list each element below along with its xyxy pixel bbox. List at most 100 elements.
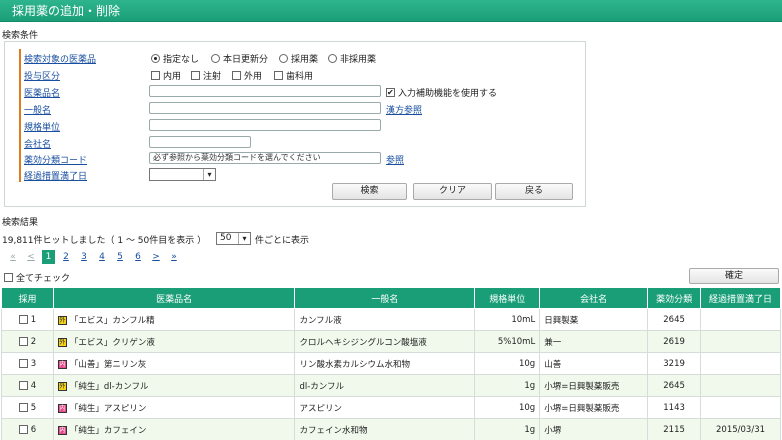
field-label-company[interactable]: 会社名 — [24, 137, 51, 150]
pager-last[interactable]: » — [165, 252, 183, 262]
checkbox-icon[interactable] — [18, 425, 28, 434]
pager-prev[interactable]: < — [22, 252, 40, 262]
assist-checkbox[interactable]: 入力補助機能を使用する — [386, 86, 497, 99]
spec-cell: 10mL — [474, 308, 541, 331]
spec-cell: 1g — [474, 418, 541, 440]
drug-name-cell: 内「純生」アスピリン — [52, 396, 296, 419]
pager-page-2[interactable]: 2 — [57, 252, 75, 262]
spec-cell: 10g — [474, 352, 541, 375]
efficacy-cell: 2619 — [647, 330, 702, 353]
radio-none[interactable]: 指定なし — [151, 52, 199, 65]
company-cell: 山善 — [539, 352, 649, 375]
radio-today[interactable]: 本日更新分 — [211, 52, 268, 65]
back-button[interactable]: 戻る — [495, 183, 573, 200]
pager-page-6[interactable]: 6 — [129, 252, 147, 262]
checkbox-icon[interactable] — [151, 71, 160, 80]
radio-adopted[interactable]: 採用薬 — [279, 52, 318, 65]
checkbox-icon[interactable] — [18, 403, 28, 412]
adopt-cell: 6 — [1, 418, 54, 440]
confirm-button[interactable]: 確定 — [689, 268, 779, 284]
company-input[interactable] — [149, 136, 251, 148]
row-number: 5 — [30, 402, 37, 413]
company-cell: 小堺=日興製薬販売 — [539, 396, 649, 419]
drug-name-cell: 内「山善」第ニリン灰 — [52, 352, 296, 375]
field-label-efficacy[interactable]: 薬効分類コード — [24, 153, 87, 166]
pager-next[interactable]: > — [147, 252, 165, 262]
field-label-generic[interactable]: 一般名 — [24, 103, 51, 116]
generic-cell: リン酸水素カルシウム水和物 — [294, 352, 476, 375]
pager-page-5[interactable]: 5 — [111, 252, 129, 262]
table-row[interactable]: 4 外「純生」dl-カンフル dl-カンフル 1g 小堺=日興製薬販売 2645 — [1, 374, 781, 397]
spec-input[interactable] — [149, 119, 381, 131]
radio-icon[interactable] — [328, 54, 337, 63]
checkbox-icon[interactable] — [18, 381, 28, 390]
transition-cell — [700, 352, 781, 375]
clear-button[interactable]: クリア — [413, 183, 492, 200]
efficacy-reference-link[interactable]: 参照 — [386, 153, 404, 166]
generic-cell: dl-カンフル — [294, 374, 476, 397]
col-transition: 経過措置満了日 — [700, 287, 781, 309]
transition-cell — [700, 374, 781, 397]
chevron-down-icon: ▾ — [238, 233, 250, 244]
col-spec: 規格単位 — [474, 287, 541, 309]
checkbox-external[interactable]: 外用 — [232, 69, 262, 82]
search-button[interactable]: 検索 — [332, 183, 407, 200]
pager-page-3[interactable]: 3 — [75, 252, 93, 262]
efficacy-cell: 2115 — [647, 418, 702, 440]
checkbox-injection[interactable]: 注射 — [191, 69, 221, 82]
field-label-transition[interactable]: 経過措置満了日 — [24, 169, 87, 182]
field-label-drug-name[interactable]: 医薬品名 — [24, 86, 60, 99]
pager-first[interactable]: « — [4, 252, 22, 262]
radio-icon[interactable] — [151, 54, 160, 63]
field-label-spec[interactable]: 規格単位 — [24, 120, 60, 133]
efficacy-code-input[interactable]: 必ず参照から薬効分類コードを選んでください — [149, 152, 381, 164]
adopt-cell: 1 — [1, 308, 54, 331]
checkbox-icon[interactable] — [274, 71, 283, 80]
per-page-select[interactable]: 50 ▾ — [216, 232, 251, 245]
check-all[interactable]: 全てチェック — [4, 271, 70, 284]
results-table: 採用 医薬品名 一般名 規格単位 会社名 薬効分類 経過措置満了日 1 外「エビス… — [1, 287, 781, 440]
table-row[interactable]: 6 内「純生」カフェイン カフェイン水和物 1g 小堺 2115 2015/03/31 — [1, 418, 781, 440]
checkbox-icon[interactable] — [18, 359, 28, 368]
checkbox-dental[interactable]: 歯科用 — [274, 69, 313, 82]
col-generic: 一般名 — [294, 287, 476, 309]
pagination: « < 1 2 3 4 5 6 > » — [4, 250, 183, 264]
checkbox-checked-icon[interactable] — [386, 88, 395, 97]
efficacy-cell: 2645 — [647, 308, 702, 331]
spec-cell: 5%10mL — [474, 330, 541, 353]
chevron-down-icon: ▾ — [203, 169, 215, 180]
row-number: 2 — [30, 336, 37, 347]
checkbox-icon[interactable] — [18, 337, 28, 346]
pager-page-1[interactable]: 1 — [42, 250, 55, 264]
field-label-route[interactable]: 投与区分 — [24, 69, 60, 82]
radio-not-adopted[interactable]: 非採用薬 — [328, 52, 376, 65]
company-cell: 小堺=日興製薬販売 — [539, 374, 649, 397]
generic-cell: カフェイン水和物 — [294, 418, 476, 440]
drug-name: 「純生」dl-カンフル — [69, 381, 149, 392]
radio-icon[interactable] — [279, 54, 288, 63]
field-label-target[interactable]: 検索対象の医薬品 — [24, 52, 96, 65]
transition-cell — [700, 330, 781, 353]
checkbox-icon[interactable] — [18, 315, 28, 324]
row-number: 1 — [30, 314, 37, 325]
col-efficacy: 薬効分類 — [647, 287, 702, 309]
table-row[interactable]: 5 内「純生」アスピリン アスピリン 10g 小堺=日興製薬販売 1143 — [1, 396, 781, 419]
route-badge-icon: 内 — [57, 359, 67, 369]
drug-name: 「エビス」クリゲン液 — [69, 337, 155, 348]
drug-name-cell: 外「エビス」カンフル精 — [52, 308, 296, 331]
transition-date-select[interactable]: ▾ — [149, 168, 216, 181]
table-row[interactable]: 2 外「エビス」クリゲン液 クロルヘキシジングルコン酸塩液 5%10mL 兼一 2619 — [1, 330, 781, 353]
drug-name-input[interactable] — [149, 85, 381, 97]
drug-name-cell: 内「純生」カフェイン — [52, 418, 296, 440]
checkbox-icon[interactable] — [191, 71, 200, 80]
generic-cell: カンフル液 — [294, 308, 476, 331]
checkbox-icon[interactable] — [232, 71, 241, 80]
table-row[interactable]: 1 外「エビス」カンフル精 カンフル液 10mL 日興製薬 2645 — [1, 308, 781, 331]
generic-name-input[interactable] — [149, 102, 381, 114]
checkbox-oral[interactable]: 内用 — [151, 69, 181, 82]
radio-icon[interactable] — [211, 54, 220, 63]
table-row[interactable]: 3 内「山善」第ニリン灰 リン酸水素カルシウム水和物 10g 山善 3219 — [1, 352, 781, 375]
pager-page-4[interactable]: 4 — [93, 252, 111, 262]
kampo-reference-link[interactable]: 漢方参照 — [386, 103, 422, 116]
checkbox-icon[interactable] — [4, 273, 13, 282]
